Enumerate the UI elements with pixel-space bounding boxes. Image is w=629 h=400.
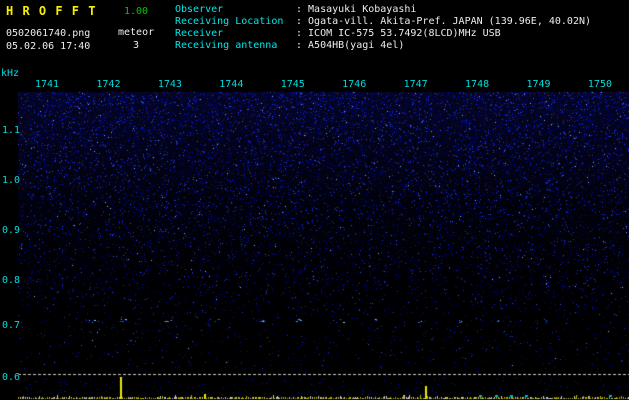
info-value: : ICOM IC-575 53.7492(8LCD)MHz USB [296,28,501,39]
info-row: Receiver : ICOM IC-575 53.7492(8LCD)MHz U… [175,28,591,40]
info-row: Receiving antenna : A504HB(yagi 4el) [175,40,591,52]
station-info: Observer: Masayuki Kobayashi Receiving Lo… [175,4,591,52]
hrofft-output-image: H R O F F T 1.00 0502061740.png meteor 0… [0,0,629,400]
app-version: 1.00 [124,6,149,17]
info-label: Receiving Location [175,16,284,27]
meteor-count: 3 [133,40,140,51]
app-title: H R O F F T [6,4,97,18]
info-label: Receiver [175,28,224,39]
info-label: Observer [175,4,224,15]
spectrogram-canvas [0,0,629,400]
info-value: : A504HB(yagi 4el) [296,40,405,51]
info-row: Observer : Masayuki Kobayashi [175,4,591,16]
freq-axis-unit: kHz [1,68,20,79]
info-value: : Ogata-vill. Akita-Pref. JAPAN (139.96E… [296,16,592,27]
info-value: : Masayuki Kobayashi [296,4,417,15]
info-label: Receiving antenna [175,40,278,51]
mode-label: meteor [118,27,155,38]
timestamp: 05.02.06 17:40 [6,41,91,52]
output-filename: 0502061740.png [6,28,91,39]
info-row: Receiving Location : Ogata-vill. Akita-Pr… [175,16,591,28]
